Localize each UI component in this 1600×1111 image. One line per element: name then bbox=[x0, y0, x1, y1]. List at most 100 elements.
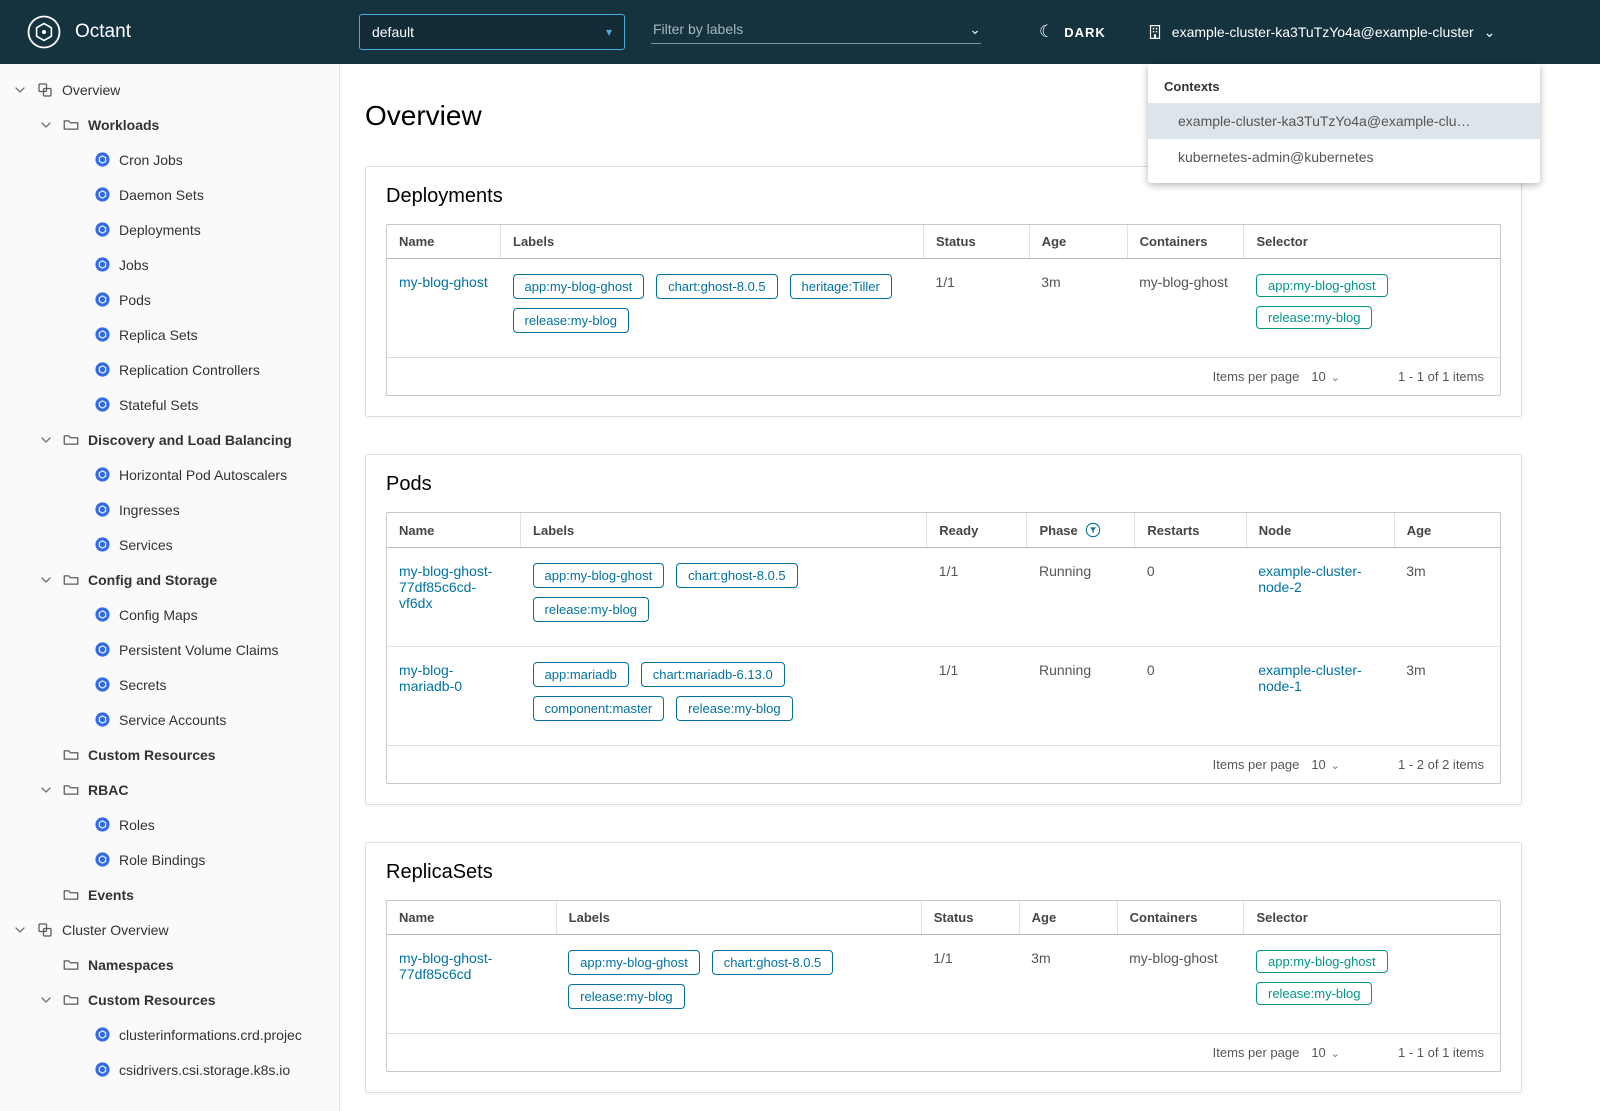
cell-restarts: 0 bbox=[1134, 646, 1247, 745]
column-header-phase[interactable]: Phase bbox=[1026, 513, 1136, 548]
sidebar-item-namespaces[interactable]: Namespaces bbox=[0, 947, 339, 982]
column-header-containers[interactable]: Containers bbox=[1117, 901, 1245, 935]
label-tag[interactable]: release:my-blog bbox=[676, 696, 793, 721]
label-tag[interactable]: release:my-blog bbox=[512, 308, 630, 333]
sidebar-item-role-bindings[interactable]: Role Bindings bbox=[0, 842, 339, 877]
column-header-selector[interactable]: Selector bbox=[1243, 225, 1500, 259]
column-header-node[interactable]: Node bbox=[1246, 513, 1395, 548]
cell-status: 1/1 bbox=[921, 934, 1020, 1033]
chevron-down-icon[interactable] bbox=[12, 922, 28, 938]
sidebar-item-config-and-storage[interactable]: Config and Storage bbox=[0, 562, 339, 597]
page-size-select[interactable]: 10 ⌄ bbox=[1311, 369, 1340, 384]
column-header-age[interactable]: Age bbox=[1019, 901, 1118, 935]
sidebar-item-pods[interactable]: Pods bbox=[0, 282, 339, 317]
label-tag[interactable]: chart:ghost-8.0.5 bbox=[656, 274, 778, 299]
replicaset-link[interactable]: my-blog-ghost-77df85c6cd bbox=[399, 950, 492, 982]
deployments-resource-icon bbox=[94, 221, 111, 238]
sidebar-item-replica-sets[interactable]: Replica Sets bbox=[0, 317, 339, 352]
label-tag[interactable]: release:my-blog bbox=[568, 984, 685, 1009]
column-header-age[interactable]: Age bbox=[1394, 513, 1500, 548]
sidebar-item-clusterinformations-crd[interactable]: clusterinformations.crd.projec bbox=[0, 1017, 339, 1052]
sidebar-item-jobs[interactable]: Jobs bbox=[0, 247, 339, 282]
folder-icon bbox=[62, 746, 80, 764]
column-header-containers[interactable]: Containers bbox=[1127, 225, 1245, 259]
sidebar-item-roles[interactable]: Roles bbox=[0, 807, 339, 842]
octant-logo-icon bbox=[26, 14, 62, 50]
label-tag[interactable]: app:mariadb bbox=[532, 662, 629, 687]
context-menu-item[interactable]: kubernetes-admin@kubernetes bbox=[1148, 139, 1540, 175]
sidebar-item-overview[interactable]: Overview bbox=[0, 72, 339, 107]
page-size-select[interactable]: 10 ⌄ bbox=[1311, 757, 1340, 772]
label-tag[interactable]: heritage:Tiller bbox=[789, 274, 892, 299]
sidebar-item-discovery-and-load-balancing[interactable]: Discovery and Load Balancing bbox=[0, 422, 339, 457]
filter-icon[interactable] bbox=[1085, 522, 1101, 538]
deployment-link[interactable]: my-blog-ghost bbox=[399, 274, 488, 290]
sidebar-item-custom-resources[interactable]: Custom Resources bbox=[0, 737, 339, 772]
column-header-ready[interactable]: Ready bbox=[926, 513, 1028, 548]
sidebar-item-service-accounts[interactable]: Service Accounts bbox=[0, 702, 339, 737]
chevron-down-icon[interactable] bbox=[12, 82, 28, 98]
pod-link[interactable]: my-blog-mariadb-0 bbox=[399, 662, 462, 694]
column-header-restarts[interactable]: Restarts bbox=[1134, 513, 1247, 548]
sidebar-item-services[interactable]: Services bbox=[0, 527, 339, 562]
deployments-datagrid: Name Labels Status Age Containers Select… bbox=[386, 224, 1501, 396]
chevron-down-icon[interactable] bbox=[38, 572, 54, 588]
chevron-down-icon[interactable] bbox=[38, 117, 54, 133]
chevron-down-icon[interactable]: ⌄ bbox=[969, 21, 981, 38]
column-header-labels[interactable]: Labels bbox=[500, 225, 924, 259]
column-header-status[interactable]: Status bbox=[923, 225, 1030, 259]
label-tag[interactable]: app:my-blog-ghost bbox=[532, 563, 665, 588]
label-tag[interactable]: release:my-blog bbox=[532, 597, 650, 622]
sidebar-item-rbac[interactable]: RBAC bbox=[0, 772, 339, 807]
paginator: Items per page 10 ⌄ 1 - 1 of 1 items bbox=[387, 1033, 1500, 1071]
sidebar-item-cron-jobs[interactable]: Cron Jobs bbox=[0, 142, 339, 177]
column-header-name[interactable]: Name bbox=[387, 225, 502, 259]
label-tag[interactable]: component:master bbox=[532, 696, 665, 721]
column-header-selector[interactable]: Selector bbox=[1243, 901, 1500, 935]
sidebar-item-config-maps[interactable]: Config Maps bbox=[0, 597, 339, 632]
sidebar-item-horizontal-pod-autoscalers[interactable]: Horizontal Pod Autoscalers bbox=[0, 457, 339, 492]
namespace-select[interactable]: default ▾ bbox=[358, 14, 625, 50]
label-filter-input[interactable] bbox=[650, 20, 964, 38]
label-tag[interactable]: chart:ghost-8.0.5 bbox=[676, 563, 798, 588]
sidebar-item-stateful-sets[interactable]: Stateful Sets bbox=[0, 387, 339, 422]
services-resource-icon bbox=[94, 536, 111, 553]
column-header-age[interactable]: Age bbox=[1029, 225, 1128, 259]
sidebar-item-replication-controllers[interactable]: Replication Controllers bbox=[0, 352, 339, 387]
label-tag[interactable]: app:my-blog-ghost bbox=[568, 950, 700, 975]
context-selector[interactable]: example-cluster-ka3TuTzYo4a@example-clus… bbox=[1146, 23, 1495, 41]
sidebar-item-persistent-volume-claims[interactable]: Persistent Volume Claims bbox=[0, 632, 339, 667]
sidebar-item-ingresses[interactable]: Ingresses bbox=[0, 492, 339, 527]
cell-name: my-blog-ghost bbox=[387, 258, 501, 357]
cron-jobs-resource-icon bbox=[94, 151, 111, 168]
chevron-down-icon[interactable] bbox=[38, 432, 54, 448]
column-header-name[interactable]: Name bbox=[387, 901, 557, 935]
column-header-labels[interactable]: Labels bbox=[556, 901, 922, 935]
pod-link[interactable]: my-blog-ghost-77df85c6cd-vf6dx bbox=[399, 563, 492, 611]
column-header-name[interactable]: Name bbox=[387, 513, 522, 548]
caret-down-icon: ▾ bbox=[605, 25, 612, 39]
cell-selector: app:my-blog-ghost release:my-blog bbox=[1243, 258, 1500, 357]
page-size-select[interactable]: 10 ⌄ bbox=[1311, 1045, 1340, 1060]
column-header-status[interactable]: Status bbox=[921, 901, 1020, 935]
sidebar-item-deployments[interactable]: Deployments bbox=[0, 212, 339, 247]
label-tag[interactable]: chart:mariadb-6.13.0 bbox=[640, 662, 785, 687]
sidebar-item-csidrivers-crd[interactable]: csidrivers.csi.storage.k8s.io bbox=[0, 1052, 339, 1087]
context-menu-item[interactable]: example-cluster-ka3TuTzYo4a@example-clu… bbox=[1148, 103, 1540, 139]
sidebar-item-secrets[interactable]: Secrets bbox=[0, 667, 339, 702]
chevron-down-icon[interactable] bbox=[38, 992, 54, 1008]
sidebar-item-cluster-custom-resources[interactable]: Custom Resources bbox=[0, 982, 339, 1017]
label-tag[interactable]: chart:ghost-8.0.5 bbox=[711, 950, 834, 975]
theme-toggle-button[interactable]: ☾ DARK bbox=[1039, 22, 1106, 42]
sidebar-item-daemon-sets[interactable]: Daemon Sets bbox=[0, 177, 339, 212]
label-tag[interactable]: app:my-blog-ghost bbox=[512, 274, 645, 299]
node-link[interactable]: example-cluster-node-2 bbox=[1258, 563, 1361, 595]
replica-sets-resource-icon bbox=[94, 326, 111, 343]
sidebar-item-workloads[interactable]: Workloads bbox=[0, 107, 339, 142]
sidebar-item-events[interactable]: Events bbox=[0, 877, 339, 912]
node-link[interactable]: example-cluster-node-1 bbox=[1258, 662, 1361, 694]
main-content: Overview Deployments Name Labels Status bbox=[340, 64, 1600, 1111]
sidebar-item-cluster-overview[interactable]: Cluster Overview bbox=[0, 912, 339, 947]
column-header-labels[interactable]: Labels bbox=[520, 513, 928, 548]
chevron-down-icon[interactable] bbox=[38, 782, 54, 798]
